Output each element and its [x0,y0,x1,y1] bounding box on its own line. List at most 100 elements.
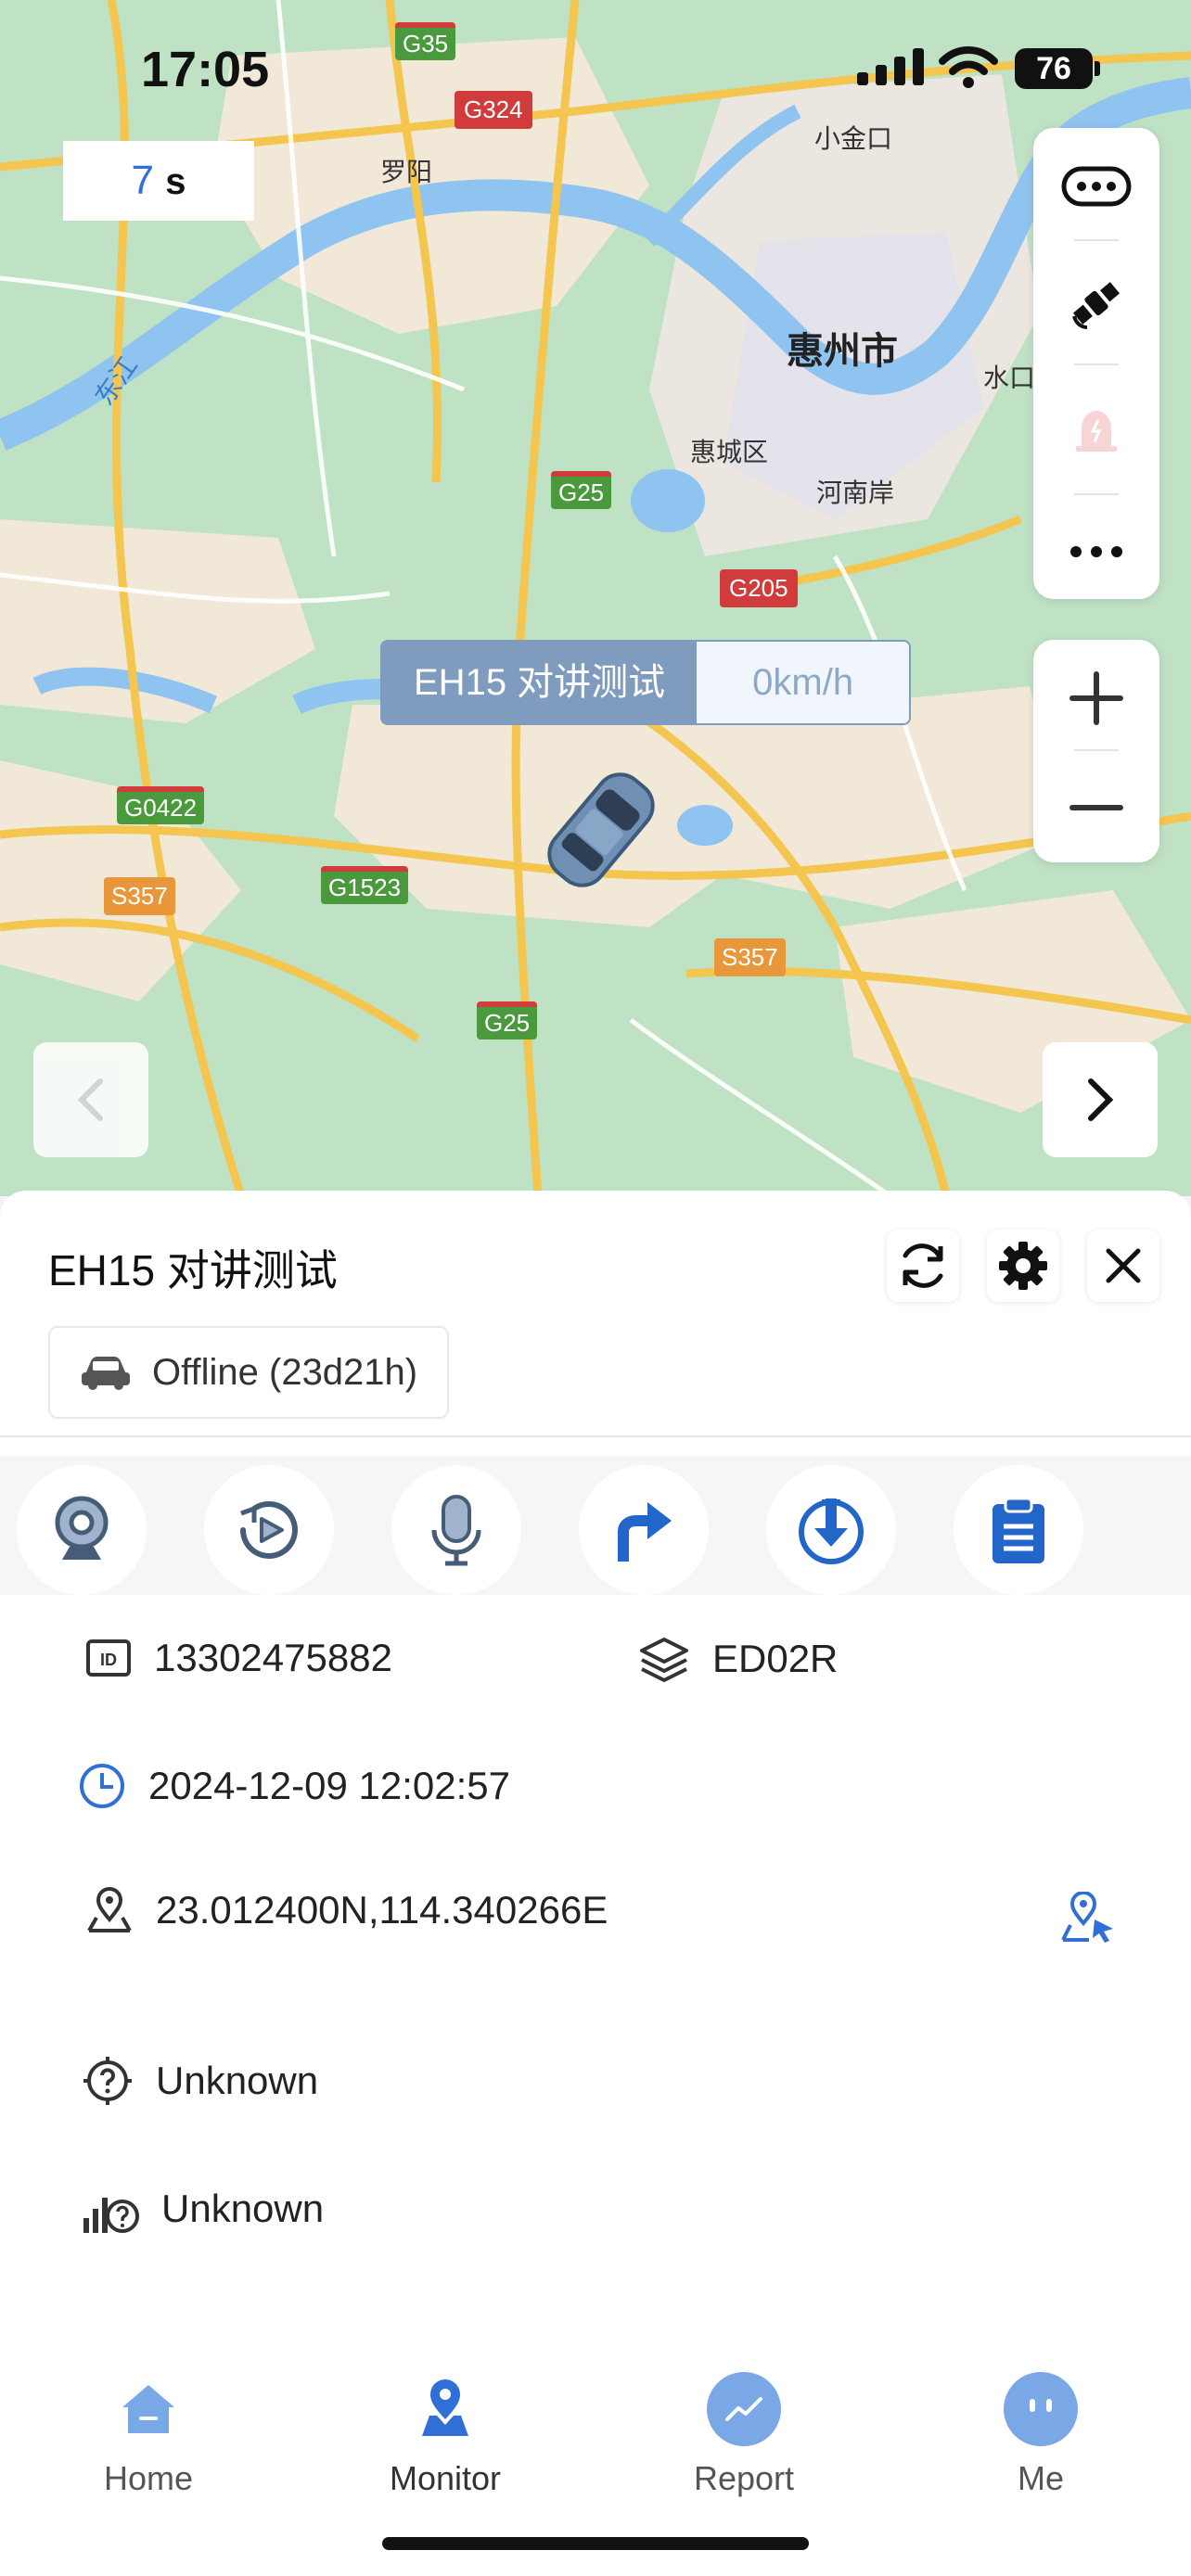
road-shield: G0422 [117,786,205,824]
map-label: 惠城区 [690,438,769,466]
map-layer-button[interactable] [1033,135,1159,237]
playback-icon [240,1500,298,1559]
time-value: 2024-12-09 12:02:57 [148,1764,510,1807]
prev-vehicle-button[interactable] [33,1042,148,1157]
settings-button[interactable] [987,1230,1059,1302]
report-button[interactable] [954,1465,1083,1595]
tab-home[interactable]: Home [56,2372,241,2498]
zoom-panel [1033,640,1159,862]
minus-icon [1069,805,1123,810]
vehicle-popup-speed: 0km/h [697,642,910,723]
divider [0,1435,1191,1437]
chevron-left-icon [77,1078,103,1121]
timer-value: 7 [131,158,154,203]
next-vehicle-button[interactable] [1043,1042,1158,1157]
webcam-icon [55,1496,109,1560]
vehicle-popup-name: EH15 对讲测试 [382,642,698,723]
vehicle-title: EH15 对讲测试 [48,1246,338,1294]
share-button[interactable] [579,1465,709,1595]
timer-unit: s [165,161,186,202]
location-status-row: Unknown [82,2055,318,2107]
model-row: ED02R [638,1636,838,1682]
coords-row: 23.012400N,114.340266E [85,1886,608,1934]
close-icon [1106,1248,1141,1283]
location-pin-icon [87,1887,132,1932]
alarm-button[interactable] [1033,376,1159,478]
signal-unknown-icon [83,2198,139,2233]
vehicle-popup[interactable]: EH15 对讲测试 0km/h [380,640,912,725]
map-label: 河南岸 [816,478,895,507]
road-shield: G25 [477,1001,538,1039]
app-screen: 小金口 罗阳 惠城区 河南岸 水口 东江 惠州市 G35 G324 G25 G2… [0,0,1191,2576]
svg-text:ID: ID [100,1651,117,1669]
zoom-in-button[interactable] [1033,647,1159,749]
road-shield: G1523 [321,866,409,904]
download-button[interactable] [766,1465,896,1595]
signal-status-value: Unknown [161,2187,325,2230]
playback-button[interactable] [204,1465,334,1595]
more-dots-icon [1070,546,1122,557]
clipboard-icon [992,1497,1044,1563]
signal-status-row: Unknown [82,2183,324,2235]
gear-icon [999,1242,1047,1290]
vehicle-detail-sheet: EH15 对讲测试 Offline (23d21h) ID 1330247588… [0,1191,1191,2337]
tab-label: Home [103,2459,194,2497]
refresh-icon [903,1243,943,1288]
report-chart-icon [707,2372,781,2446]
chevron-right-icon [1088,1078,1114,1121]
tab-label: Monitor [389,2459,502,2497]
battery-level: 76 [1036,51,1071,86]
action-toolbar [0,1456,1191,1595]
tab-report[interactable]: Report [651,2372,837,2498]
locate-on-map-icon[interactable] [1061,1892,1117,1944]
status-time: 17:05 [141,42,270,97]
battery-indicator: 76 [1015,48,1100,89]
extra-info-card: Unknown Unknown [48,2020,1150,2311]
tab-label: Me [1017,2459,1064,2497]
map-label: 罗阳 [380,158,433,186]
map-city-label: 惠州市 [787,331,898,372]
road-shield: G25 [551,471,612,509]
road-shield: G205 [720,569,798,607]
wifi-icon [939,46,998,88]
satellite-icon [1072,282,1121,329]
device-info-card: ID 13302475882 ED02R 2024-12-09 12:02:57 [48,1599,1150,1945]
more-button[interactable] [1033,501,1159,603]
id-card-icon: ID [86,1639,131,1677]
refresh-button[interactable] [887,1230,959,1302]
clock-icon [80,1764,124,1808]
home-indicator [382,2537,809,2550]
satellite-button[interactable] [1033,252,1159,354]
map-tools-panel [1033,128,1159,599]
road-shield: S357 [104,877,175,915]
microphone-icon [431,1495,481,1566]
download-icon [799,1498,864,1564]
imei-value: 13302475882 [154,1636,392,1679]
refresh-timer: 7 s [63,141,254,221]
tab-label: Report [693,2459,795,2497]
map-label: 水口 [983,363,1036,392]
tab-me[interactable]: Me [948,2372,1133,2498]
location-status-value: Unknown [156,2059,319,2102]
live-video-button[interactable] [17,1465,147,1595]
road-shield: S357 [714,938,786,976]
time-row: 2024-12-09 12:02:57 [78,1762,510,1810]
message-dots-icon [1061,166,1132,207]
tab-monitor[interactable]: Monitor [352,2372,538,2498]
imei-row: ID 13302475882 [85,1636,392,1680]
model-value: ED02R [712,1637,839,1680]
coords-value: 23.012400N,114.340266E [156,1888,608,1932]
home-icon [111,2372,186,2446]
user-face-icon [1004,2372,1078,2446]
car-icon [82,1357,130,1390]
status-badge: Offline (23d21h) [48,1326,450,1419]
intercom-button[interactable] [391,1465,521,1595]
turn-arrow-icon [618,1502,672,1562]
layers-icon [640,1638,688,1682]
close-button[interactable] [1087,1230,1159,1302]
alarm-light-icon [1076,411,1117,452]
zoom-out-button[interactable] [1033,757,1159,859]
car-marker-icon[interactable] [536,760,666,899]
location-unknown-icon [83,2057,132,2105]
cellular-signal-icon [857,48,924,85]
